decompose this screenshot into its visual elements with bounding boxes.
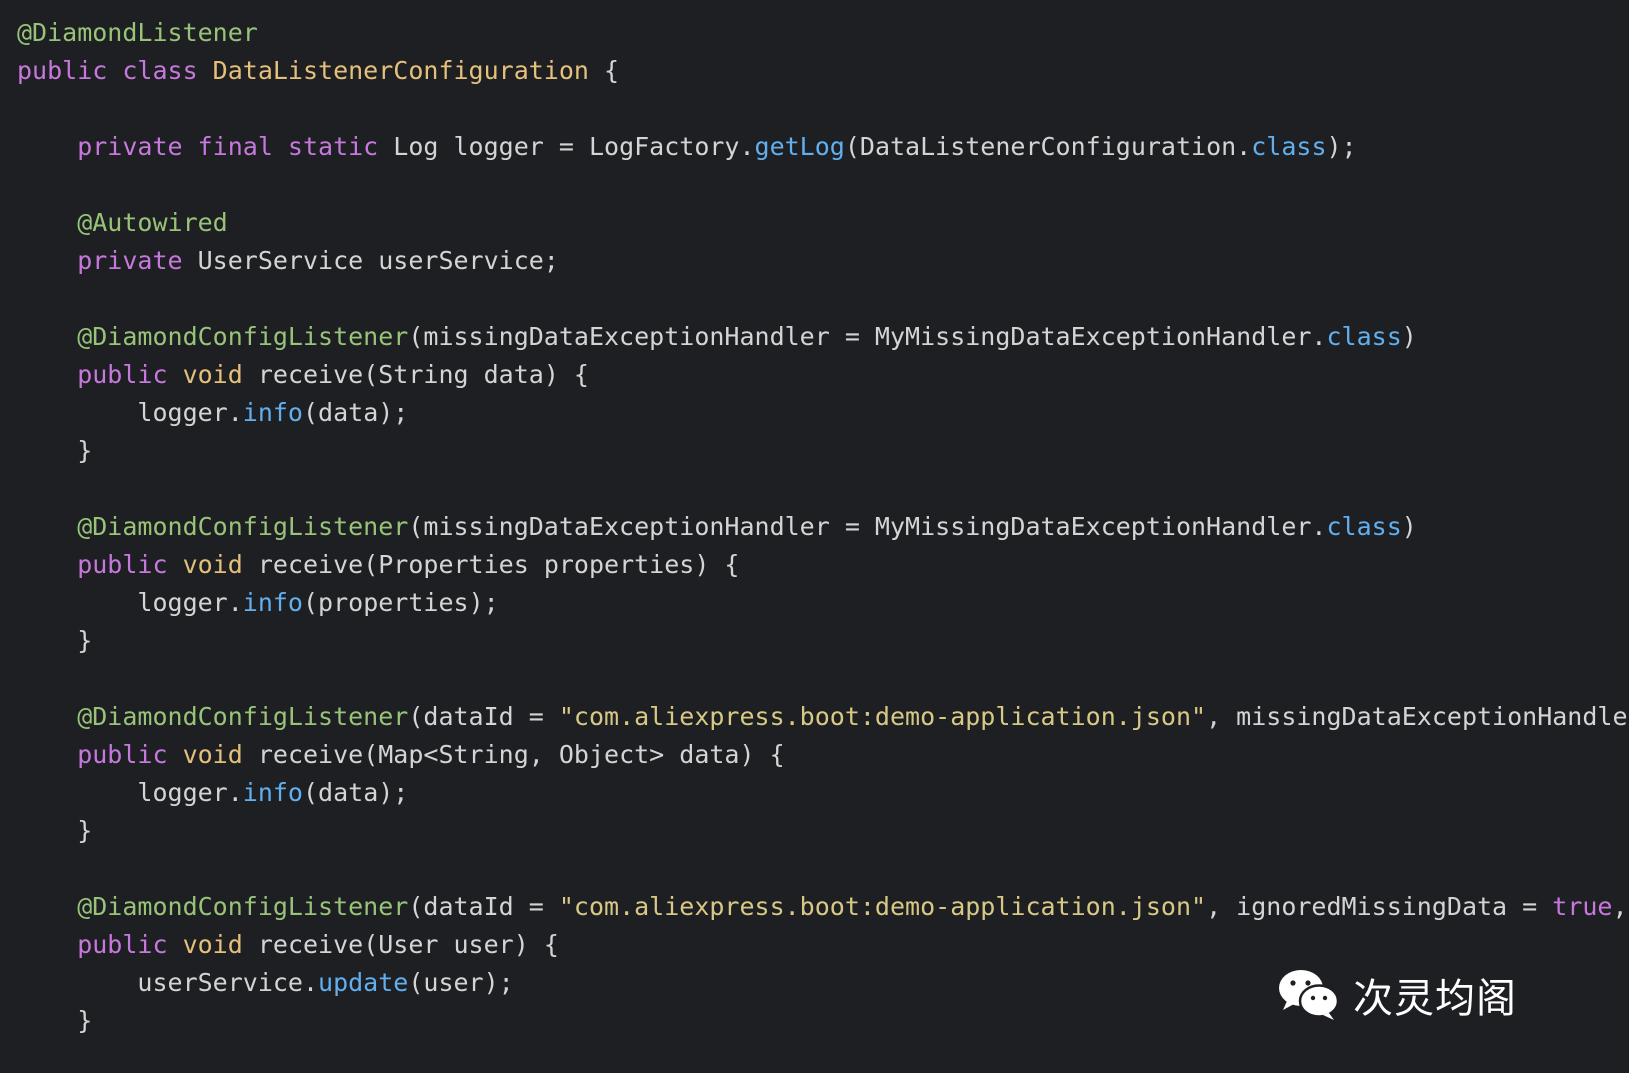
code-line[interactable]: [17, 280, 1629, 318]
code-token-annotation: @DiamondListener: [17, 18, 258, 47]
code-line[interactable]: logger.info(data);: [17, 774, 1629, 812]
code-token-keyword: public: [17, 740, 183, 769]
code-line[interactable]: [17, 850, 1629, 888]
code-token-annotation: @Autowired: [17, 208, 228, 237]
code-line[interactable]: [17, 166, 1629, 204]
code-line[interactable]: @Autowired: [17, 204, 1629, 242]
code-token-plain: ): [1401, 322, 1417, 351]
code-token-method-call: info: [242, 588, 303, 617]
code-token-keyword: public: [17, 930, 183, 959]
code-token-plain: receive(String data) {: [257, 360, 589, 389]
code-line[interactable]: @DiamondListener: [17, 14, 1629, 52]
code-token-plain: , ignoredMissingData =: [1206, 892, 1553, 921]
code-token-plain: Log logger = LogFactory.: [393, 132, 755, 161]
code-line[interactable]: public void receive(String data) {: [17, 356, 1629, 394]
code-line[interactable]: public void receive(User user) {: [17, 926, 1629, 964]
code-token-plain: logger.: [17, 588, 243, 617]
code-token-keyword: private final static: [17, 132, 394, 161]
code-line[interactable]: private final static Log logger = LogFac…: [17, 128, 1629, 166]
code-token-plain: logger.: [17, 778, 243, 807]
code-token-keyword: public: [17, 550, 183, 579]
code-token-plain: (user);: [408, 968, 514, 997]
code-token-plain: receive(Properties properties) {: [257, 550, 740, 579]
code-token-plain: logger.: [17, 398, 243, 427]
code-token-plain: }: [17, 436, 93, 465]
code-token-plain: ,: [1612, 892, 1628, 921]
code-token-kw-yellow: void: [182, 360, 258, 389]
code-editor[interactable]: @DiamondListener public class DataListene…: [0, 0, 1629, 1073]
code-token-kw-yellow: void: [182, 740, 258, 769]
code-token-keyword: public: [17, 360, 183, 389]
watermark-text: 次灵均阁: [1353, 976, 1517, 1022]
code-token-classlit: class: [1326, 322, 1402, 351]
code-token-kw-yellow: void: [182, 550, 258, 579]
code-token-annotation: @DiamondConfigListener: [17, 512, 409, 541]
code-line[interactable]: private UserService userService;: [17, 242, 1629, 280]
code-line[interactable]: @DiamondConfigListener(dataId = "com.ali…: [17, 888, 1629, 926]
wechat-icon: [1279, 970, 1340, 1020]
code-line[interactable]: }: [17, 432, 1629, 470]
code-line[interactable]: logger.info(properties);: [17, 584, 1629, 622]
code-line[interactable]: @DiamondConfigListener(dataId = "com.ali…: [17, 698, 1629, 736]
watermark: 次灵均阁: [1277, 966, 1517, 1024]
code-token-plain: }: [17, 1006, 93, 1035]
code-token-plain: }: [17, 816, 93, 845]
code-token-string: "com.aliexpress.boot:demo-application.js…: [558, 892, 1207, 921]
code-token-string: "com.aliexpress.boot:demo-application.js…: [558, 702, 1207, 731]
code-token-plain: (data);: [303, 778, 409, 807]
code-token-classlit: class: [1251, 132, 1327, 161]
code-token-plain: (dataId =: [408, 892, 559, 921]
code-token-method-call: info: [242, 778, 303, 807]
code-line[interactable]: public void receive(Properties propertie…: [17, 546, 1629, 584]
code-line[interactable]: [17, 90, 1629, 128]
code-line[interactable]: @DiamondConfigListener(missingDataExcept…: [17, 318, 1629, 356]
code-line[interactable]: }: [17, 622, 1629, 660]
code-token-kw-yellow: void: [182, 930, 258, 959]
code-token-plain: }: [17, 626, 93, 655]
code-token-keyword: private: [17, 246, 198, 275]
code-token-plain: userService.: [17, 968, 319, 997]
code-token-plain: receive(Map<String, Object> data) {: [257, 740, 785, 769]
code-token-plain: (dataId =: [408, 702, 559, 731]
code-token-keyword: public class: [17, 56, 213, 85]
code-token-method-call: update: [318, 968, 409, 997]
code-token-plain: (missingDataExceptionHandler = MyMissing…: [408, 322, 1327, 351]
code-token-classlit: class: [1326, 512, 1402, 541]
code-token-plain: receive(User user) {: [257, 930, 559, 959]
code-line[interactable]: }: [17, 812, 1629, 850]
code-token-annotation: @DiamondConfigListener: [17, 702, 409, 731]
code-token-annotation: @DiamondConfigListener: [17, 322, 409, 351]
code-token-plain: );: [1326, 132, 1357, 161]
code-token-plain: ): [1401, 512, 1417, 541]
code-token-plain: (missingDataExceptionHandler = MyMissing…: [408, 512, 1327, 541]
code-token-plain: (data);: [303, 398, 409, 427]
code-line[interactable]: public void receive(Map<String, Object> …: [17, 736, 1629, 774]
code-line[interactable]: [17, 470, 1629, 508]
code-token-class-decl: DataListenerConfiguration: [212, 56, 589, 85]
code-token-bool: true: [1552, 892, 1613, 921]
code-line[interactable]: [17, 660, 1629, 698]
code-block[interactable]: @DiamondListener public class DataListene…: [17, 14, 1629, 1040]
code-token-plain: UserService userService;: [197, 246, 559, 275]
code-line[interactable]: @DiamondConfigListener(missingDataExcept…: [17, 508, 1629, 546]
code-token-plain: , missingDataExceptionHandler: [1206, 702, 1629, 731]
code-line[interactable]: logger.info(data);: [17, 394, 1629, 432]
code-token-plain: (properties);: [303, 588, 499, 617]
code-token-plain: (DataListenerConfiguration.: [844, 132, 1252, 161]
code-token-method-call: info: [242, 398, 303, 427]
code-token-plain: {: [588, 56, 620, 85]
code-token-annotation: @DiamondConfigListener: [17, 892, 409, 921]
code-token-method-call: getLog: [754, 132, 845, 161]
code-line[interactable]: public class DataListenerConfiguration {: [17, 52, 1629, 90]
